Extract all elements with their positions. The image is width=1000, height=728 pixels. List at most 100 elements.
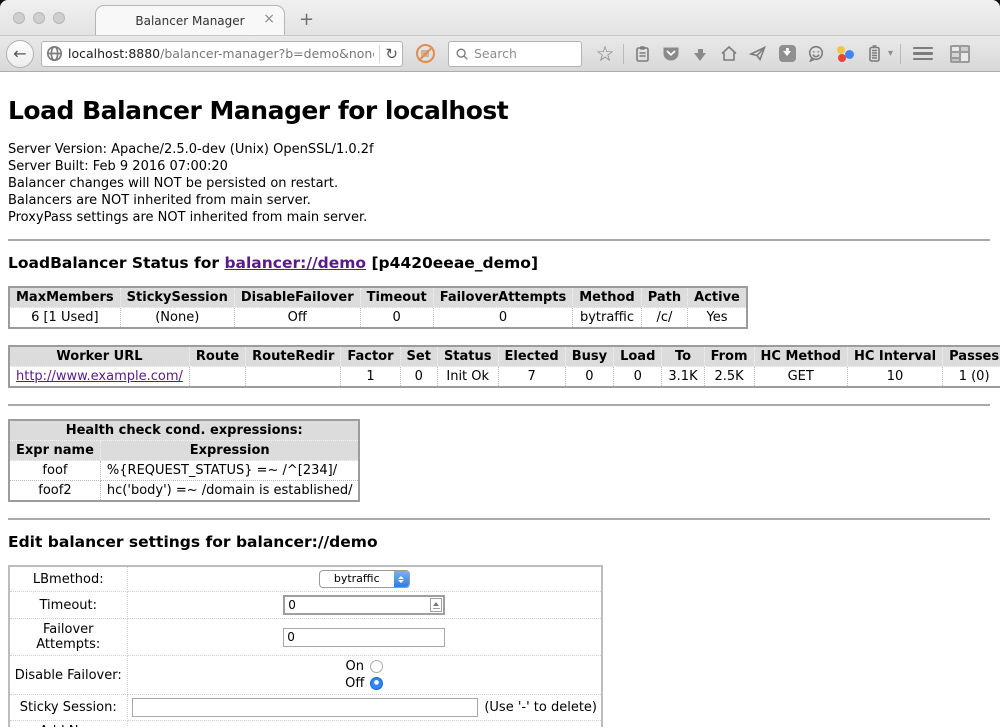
urlbar-divider xyxy=(379,45,380,63)
number-spinner-icon[interactable] xyxy=(430,598,442,612)
lbmethod-row: LBmethod: bytraffic xyxy=(9,566,602,592)
down-arrow-shape xyxy=(694,53,706,61)
info-line: Balancer changes will NOT be persisted o… xyxy=(8,175,990,192)
table-cell xyxy=(246,367,341,388)
send-tab-icon[interactable] xyxy=(747,42,769,66)
bookmark-star-icon[interactable]: ☆ xyxy=(594,42,616,66)
column-header: DisableFailover xyxy=(234,287,360,308)
search-icon xyxy=(455,47,469,61)
content-blocked-icon[interactable] xyxy=(416,44,435,63)
add-worker-label: Add New Worker: xyxy=(9,721,127,728)
close-window-button[interactable] xyxy=(13,12,25,24)
table-cell: Off xyxy=(234,308,360,329)
divider xyxy=(8,518,990,520)
disable-failover-off-radio[interactable] xyxy=(370,677,383,690)
page-title: Load Balancer Manager for localhost xyxy=(8,96,990,125)
add-worker-row: Add New Worker: Are you sure? xyxy=(9,721,602,728)
lbmethod-select[interactable]: bytraffic xyxy=(319,570,410,588)
minimize-window-button[interactable] xyxy=(33,12,45,24)
downloads-icon[interactable] xyxy=(689,42,711,66)
column-header: Path xyxy=(641,287,687,308)
table-cell: foof xyxy=(9,461,100,481)
table-row: 6 [1 Used](None)Off00bytraffic/c/Yes xyxy=(9,308,747,329)
column-header: Active xyxy=(688,287,747,308)
table-cell: 0 xyxy=(433,308,573,329)
sticky-session-label: Sticky Session: xyxy=(9,695,127,721)
server-info: Server Version: Apache/2.5.0-dev (Unix) … xyxy=(8,141,990,226)
column-header: HC Method xyxy=(754,346,847,367)
sticky-session-input[interactable] xyxy=(132,698,479,717)
zoom-window-button[interactable] xyxy=(53,12,65,24)
tile-pages-icon[interactable] xyxy=(949,42,971,66)
clipboard-icon[interactable] xyxy=(631,42,653,66)
lbmethod-label: LBmethod: xyxy=(9,566,127,592)
balancer-demo-link[interactable]: balancer://demo xyxy=(224,254,366,272)
sticky-session-row: Sticky Session: (Use '-' to delete) xyxy=(9,695,602,721)
table-cell: %{REQUEST_STATUS} =~ /^[234]/ xyxy=(100,461,359,481)
column-header: Load xyxy=(614,346,662,367)
square-download-shape xyxy=(779,45,796,62)
home-icon[interactable] xyxy=(718,42,740,66)
table-cell: 0 xyxy=(400,367,437,388)
table-cell: 3.1K xyxy=(662,367,704,388)
table-cell: 7 xyxy=(498,367,565,388)
back-button[interactable]: ← xyxy=(6,40,34,68)
table-header-row: Worker URLRouteRouteRedirFactorSetStatus… xyxy=(9,346,1000,367)
worker-url-link[interactable]: http://www.example.com/ xyxy=(16,369,183,384)
status-heading-suffix: [p4420eeae_demo] xyxy=(366,254,538,272)
column-header: Worker URL xyxy=(9,346,189,367)
disable-failover-on-radio[interactable] xyxy=(370,660,383,673)
tab-balancer-manager[interactable]: Balancer Manager × xyxy=(95,5,285,35)
table-cell: foof2 xyxy=(9,481,100,502)
new-tab-button[interactable]: + xyxy=(299,11,314,29)
overflow-caret-icon[interactable]: ▾ xyxy=(888,48,893,59)
column-header: Method xyxy=(573,287,641,308)
info-line: ProxyPass settings are NOT inherited fro… xyxy=(8,209,990,226)
failover-attempts-input[interactable] xyxy=(283,628,445,647)
column-header: Busy xyxy=(565,346,613,367)
edit-balancer-heading: Edit balancer settings for balancer://de… xyxy=(8,533,990,551)
column-header: Expression xyxy=(100,441,359,461)
disable-failover-row: Disable Failover: On Off xyxy=(9,656,602,695)
pocket-icon[interactable] xyxy=(660,42,682,66)
table-cell: 1 xyxy=(341,367,400,388)
divider xyxy=(8,404,990,406)
radio-off-label: Off xyxy=(345,676,364,691)
url-bar[interactable]: localhost:8880/balancer-manager?b=demo&n… xyxy=(41,41,403,67)
tab-close-icon[interactable]: × xyxy=(263,12,275,26)
globe-icon xyxy=(46,45,63,62)
menu-hamburger-icon[interactable] xyxy=(912,42,934,66)
column-header: To xyxy=(662,346,704,367)
radio-on-label: On xyxy=(346,659,364,674)
column-header: Route xyxy=(189,346,245,367)
chat-smiley-icon[interactable] xyxy=(805,42,827,66)
column-header: FailoverAttempts xyxy=(433,287,573,308)
table-header-row: MaxMembersStickySessionDisableFailoverTi… xyxy=(9,287,747,308)
table-row: foof%{REQUEST_STATUS} =~ /^[234]/ xyxy=(9,461,359,481)
colored-dots-extension-icon[interactable] xyxy=(834,42,856,66)
search-bar[interactable]: Search xyxy=(448,41,582,67)
timeout-input[interactable] xyxy=(288,598,430,612)
back-icon: ← xyxy=(13,44,26,63)
hamburger-shape xyxy=(913,47,933,61)
table-cell: 2.5K xyxy=(704,367,754,388)
column-header: RouteRedir xyxy=(246,346,341,367)
table-cell xyxy=(189,367,245,388)
info-line: Balancers are NOT inherited from main se… xyxy=(8,192,990,209)
column-header: From xyxy=(704,346,754,367)
reload-icon[interactable]: ↻ xyxy=(385,45,398,63)
column-header: Status xyxy=(437,346,498,367)
status-heading-prefix: LoadBalancer Status for xyxy=(8,254,224,272)
sticky-session-hint: (Use '-' to delete) xyxy=(484,700,597,715)
list-battery-extension-icon[interactable] xyxy=(863,42,885,66)
column-header: MaxMembers xyxy=(9,287,120,308)
divider xyxy=(8,239,990,241)
save-to-device-icon[interactable] xyxy=(776,42,798,66)
edit-balancer-form: LBmethod: bytraffic Timeout: xyxy=(8,565,603,727)
search-placeholder: Search xyxy=(474,46,517,61)
table-cell: bytraffic xyxy=(573,308,641,329)
select-stepper-icon xyxy=(394,571,409,587)
browser-window: Balancer Manager × + ← localhost:8880/ba… xyxy=(0,0,1000,728)
worker-status-table: Worker URLRouteRouteRedirFactorSetStatus… xyxy=(8,345,1000,388)
health-check-table: Health check cond. expressions:Expr name… xyxy=(8,419,360,502)
